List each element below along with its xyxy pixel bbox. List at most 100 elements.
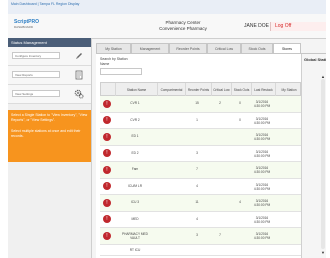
- col-header-critical-low[interactable]: Critical Low: [211, 83, 231, 97]
- cell-reorder-points: 4: [196, 183, 198, 188]
- view-reports-field[interactable]: View Reports: [12, 71, 60, 78]
- cell-reorder-points: 11: [195, 200, 199, 204]
- pencil-icon[interactable]: [74, 51, 84, 61]
- table-row[interactable]: ! PHARMACY MED VAULT 3 7 3/1/2016 4:30:00 PM: [100, 228, 301, 245]
- restock-time: 4:30:00 PM: [253, 170, 271, 174]
- station-search-input[interactable]: [100, 68, 142, 75]
- cell-station-name[interactable]: RT ICU: [114, 245, 156, 255]
- help-tip-1: Select a Single Station to "View Invento…: [11, 113, 88, 122]
- restock-time: 4:30:00 PM: [253, 120, 271, 125]
- alert-icon[interactable]: !: [103, 182, 111, 190]
- cell-last-restock: 3/1/2016 4:30:00 PM: [250, 113, 274, 129]
- cell-stock-outs: [230, 179, 250, 195]
- table-header: Station Name Compartmental Reorder Point…: [100, 82, 302, 97]
- cell-reorder-points: 7: [196, 167, 198, 171]
- col-header-stock-outs[interactable]: Stock Outs: [231, 83, 251, 97]
- cell-stock-outs: [230, 129, 250, 145]
- cell-compartmental: [156, 228, 184, 244]
- sidebar-row-inventory: Configure Inventory: [8, 47, 91, 66]
- cell-station-name[interactable]: CVR 1: [114, 96, 156, 112]
- top-links[interactable]: Main Dashboard | Tampa FL Region Display: [11, 2, 79, 6]
- cell-stock-outs: [230, 228, 250, 244]
- cell-stock-outs: 4: [239, 200, 241, 204]
- cell-critical-low: [210, 146, 230, 162]
- cell-station-name[interactable]: ICU 3: [114, 195, 156, 211]
- cell-compartmental: [156, 129, 184, 145]
- cell-station-name[interactable]: ED 2: [114, 146, 156, 162]
- alert-icon[interactable]: !: [103, 165, 111, 174]
- cell-critical-low: 7: [219, 233, 221, 237]
- cell-last-restock: 3/1/2016 4:30:00 PM: [250, 96, 274, 112]
- cell-reorder-points: 15: [195, 101, 199, 105]
- cell-critical-low: [210, 195, 230, 211]
- cell-compartmental: [156, 245, 184, 255]
- help-tip-box: Select a Single Station to "View Invento…: [8, 110, 91, 162]
- table-row[interactable]: ! ICU/M LR 4 3/1/2016 4:30:00 PM: [100, 178, 301, 195]
- tab-bar: My Station Management Reorder Points Cri…: [96, 40, 326, 54]
- cell-critical-low: [210, 245, 230, 255]
- gears-icon[interactable]: [74, 89, 84, 99]
- global-stations-panel: Global Stations L ▲ ▼: [301, 54, 326, 258]
- cell-compartmental: [156, 212, 184, 228]
- top-links-bar: Main Dashboard | Tampa FL Region Display: [8, 0, 326, 15]
- restock-time: 4:30:00 PM: [253, 153, 271, 158]
- col-header-compartmental[interactable]: Compartmental: [157, 83, 185, 97]
- panel-scrollbar[interactable]: [321, 79, 325, 249]
- cell-stock-outs: 0: [239, 101, 241, 105]
- cell-station-name[interactable]: Fam: [114, 162, 156, 178]
- table-row[interactable]: ! CVR 2 1 0 3/1/2016 4:30:00 PM: [100, 112, 301, 129]
- cell-last-restock: 3/1/2016 4:30:00 PM: [250, 179, 274, 195]
- cell-last-restock: [250, 245, 274, 255]
- sidebar-row-reports: View Reports: [8, 66, 91, 85]
- table-row[interactable]: ! ED 2 3 3/1/2016 4:30:00 PM: [100, 145, 301, 162]
- restock-time: 4:30:00 PM: [253, 203, 271, 207]
- cell-station-name[interactable]: ICU/M LR: [114, 179, 156, 195]
- col-header-last-restock[interactable]: Last Restock: [251, 83, 275, 97]
- cell-critical-low: [210, 113, 230, 129]
- alert-icon[interactable]: !: [103, 132, 111, 141]
- app-window: Main Dashboard | Tampa FL Region Display…: [8, 0, 326, 258]
- col-header-reorder-points[interactable]: Reorder Points: [185, 83, 211, 97]
- logout-button[interactable]: Log Off: [270, 22, 326, 31]
- document-icon[interactable]: [74, 70, 84, 80]
- global-stations-title: Global Stations L: [304, 57, 326, 62]
- station-table-body: ! CVR 1 15 2 0 3/1/2016 4:30:00 PM! CVR 2 1 0 3/1/…: [100, 96, 301, 256]
- col-header-my-station[interactable]: My Station: [275, 83, 302, 97]
- table-row[interactable]: ! Fam 7 3/1/2016 4:30:00 PM: [100, 162, 301, 179]
- alert-icon[interactable]: !: [103, 231, 111, 240]
- logo-tagline: DASHBOARD: [14, 25, 34, 29]
- cell-station-name[interactable]: MED: [114, 212, 156, 228]
- table-row[interactable]: ! ED 1 3/1/2016 4:30:00 PM: [100, 129, 301, 146]
- cell-station-name[interactable]: ED 1: [114, 129, 156, 145]
- restock-time: 4:30:00 PM: [253, 219, 271, 224]
- cell-critical-low: [210, 212, 230, 228]
- alert-icon[interactable]: !: [103, 198, 111, 207]
- alert-icon[interactable]: !: [103, 215, 111, 223]
- cell-critical-low: [210, 179, 230, 195]
- scroll-down-icon[interactable]: ▼: [321, 250, 325, 255]
- table-row[interactable]: RT ICU: [100, 244, 301, 256]
- table-row[interactable]: ! CVR 1 15 2 0 3/1/2016 4:30:00 PM: [100, 96, 301, 113]
- cell-station-name[interactable]: PHARMACY MED VAULT: [114, 228, 156, 244]
- view-settings-field[interactable]: View Settings: [12, 90, 60, 97]
- alert-icon[interactable]: !: [103, 116, 111, 124]
- restock-time: 4:30:00 PM: [253, 104, 271, 108]
- cell-reorder-points: 3: [196, 233, 198, 237]
- alert-icon[interactable]: !: [103, 99, 111, 108]
- cell-reorder-points: 4: [196, 216, 198, 221]
- col-header-station-name[interactable]: Station Name: [115, 83, 157, 97]
- cell-compartmental: [156, 162, 184, 178]
- cell-station-name[interactable]: CVR 2: [114, 113, 156, 129]
- configure-inventory-field[interactable]: Configure Inventory: [12, 52, 60, 59]
- cell-reorder-points: 3: [196, 150, 198, 155]
- cell-last-restock: 3/1/2016 4:30:00 PM: [250, 129, 274, 145]
- cell-critical-low: [210, 129, 230, 145]
- cell-stock-outs: [230, 162, 250, 178]
- alert-icon[interactable]: !: [103, 149, 111, 157]
- sidebar-heading: Status Management: [8, 38, 91, 47]
- logo: ScriptPRO DASHBOARD: [14, 19, 42, 31]
- table-row[interactable]: ! MED 4 3/1/2016 4:30:00 PM: [100, 211, 301, 228]
- table-row[interactable]: ! ICU 3 11 4 3/1/2016 4:30:00 PM: [100, 195, 301, 212]
- cell-last-restock: 3/1/2016 4:30:00 PM: [250, 212, 274, 228]
- cell-last-restock: 3/1/2016 4:30:00 PM: [250, 228, 274, 244]
